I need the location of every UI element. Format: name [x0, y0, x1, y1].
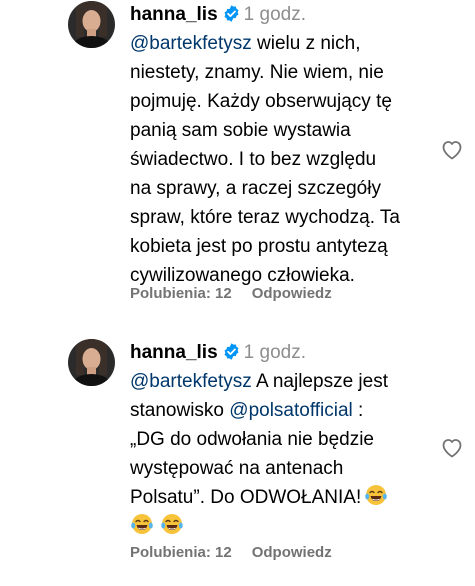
- comment-line: Polsatu”. Do ODWOŁANIA!: [130, 487, 362, 508]
- likes-count[interactable]: Polubienia: 12: [130, 544, 232, 561]
- comment-text: @bartekfetysz A najlepsze jest stanowisko…: [130, 367, 430, 541]
- reply-button[interactable]: Odpowiedz: [252, 544, 332, 561]
- comment-line: A najlepsze jest: [251, 371, 388, 392]
- verified-badge-icon: [224, 343, 239, 360]
- likes-count[interactable]: Polubienia: 12: [130, 285, 232, 302]
- mention-link[interactable]: @polsatofficial: [229, 400, 353, 421]
- username[interactable]: hanna_lis: [130, 342, 218, 363]
- heart-outline-icon[interactable]: [440, 138, 464, 162]
- comment-line: niestety, znamy. Nie wiem, nie: [130, 62, 384, 83]
- mention-link[interactable]: @bartekfetysz: [130, 33, 252, 54]
- comment-line: kobieta jest po prostu antytezą: [130, 236, 388, 257]
- comment-line: cywilizowanego człowieka.: [130, 265, 355, 286]
- comment-actions: Polubienia: 12 Odpowiedz: [130, 285, 332, 302]
- comment-line: stanowisko: [130, 400, 230, 421]
- comment-body: hanna_lis 1 godz. @bartekfetysz wielu z n…: [130, 0, 430, 290]
- face-with-tears-of-joy-emoji: [131, 514, 153, 534]
- face-with-tears-of-joy-emoji: [365, 485, 388, 505]
- comment-line: panią sam sobie wystawia: [130, 120, 351, 141]
- verified-badge-icon: [224, 5, 239, 22]
- timestamp: 1 godz.: [243, 342, 306, 363]
- reply-button[interactable]: Odpowiedz: [252, 285, 332, 302]
- comment-header: hanna_lis 1 godz.: [130, 0, 430, 29]
- timestamp: 1 godz.: [243, 4, 306, 25]
- comment-line: pojmuję. Każdy obserwujący tę: [130, 91, 392, 112]
- avatar[interactable]: [68, 1, 115, 48]
- comment-body: hanna_lis 1 godz. @bartekfetysz A najleps…: [130, 338, 430, 541]
- comment-line: :: [352, 400, 364, 421]
- comment-actions: Polubienia: 12 Odpowiedz: [130, 544, 332, 561]
- avatar[interactable]: [68, 339, 115, 386]
- comment-line: świadectwo. I to bez względu: [130, 149, 377, 170]
- mention-link[interactable]: @bartekfetysz: [130, 371, 252, 392]
- comment-line: spraw, które teraz wychodzą. Ta: [130, 207, 400, 228]
- comment-text: @bartekfetysz wielu z nich, niestety, zna…: [130, 29, 430, 290]
- comment-line: wielu z nich,: [251, 33, 361, 54]
- username[interactable]: hanna_lis: [130, 4, 218, 25]
- comment-line: „DG do odwołania nie będzie: [130, 429, 374, 450]
- comment-line: na sprawy, a raczej szczegóły: [130, 178, 381, 199]
- comment-header: hanna_lis 1 godz.: [130, 338, 430, 367]
- comment-line: występować na antenach: [130, 458, 344, 479]
- face-with-tears-of-joy-emoji: [161, 514, 183, 534]
- heart-outline-icon[interactable]: [440, 436, 464, 460]
